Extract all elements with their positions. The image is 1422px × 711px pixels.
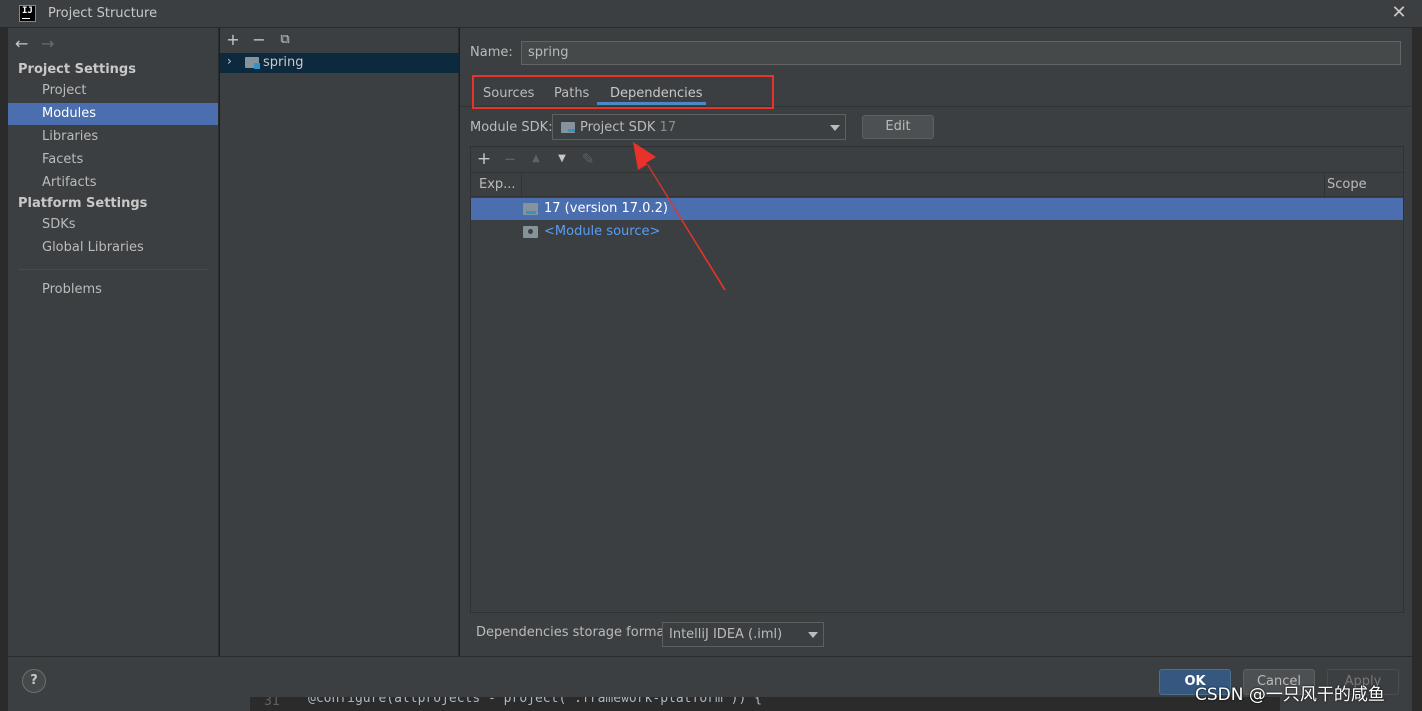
sidebar-divider — [18, 269, 208, 270]
title-bar: IJ Project Structure ✕ — [0, 0, 1422, 28]
column-separator — [521, 173, 522, 197]
column-export[interactable]: Exp... — [479, 177, 516, 192]
sidebar-item-facets[interactable]: Facets — [8, 149, 218, 171]
sdk-folder-icon — [561, 122, 575, 133]
dropdown-arrow-icon[interactable] — [808, 632, 818, 638]
background-editor-left — [0, 28, 8, 711]
remove-module-icon[interactable]: − — [250, 31, 268, 49]
help-button[interactable]: ? — [22, 669, 46, 693]
move-down-icon[interactable]: ▼ — [553, 150, 571, 168]
settings-sidebar: ← → Project Settings Project Modules Lib… — [8, 28, 219, 656]
copy-module-icon[interactable]: ⧉ — [276, 31, 294, 49]
intellij-app-icon: IJ — [19, 5, 36, 22]
edit-dependency-icon[interactable]: ✎ — [579, 150, 597, 168]
annotation-arrow — [633, 142, 726, 290]
remove-dependency-icon[interactable]: − — [501, 150, 519, 168]
back-arrow-icon[interactable]: ← — [15, 34, 28, 53]
module-name-input[interactable]: spring — [521, 41, 1401, 65]
chevron-right-icon[interactable]: › — [227, 54, 232, 68]
module-sdk-label: Module SDK: — [470, 120, 553, 135]
sidebar-item-modules[interactable]: Modules — [8, 103, 218, 125]
name-label: Name: — [470, 45, 513, 60]
add-module-icon[interactable]: + — [224, 31, 242, 49]
add-dependency-icon[interactable]: + — [475, 150, 493, 168]
forward-arrow-icon[interactable]: → — [41, 34, 54, 53]
window-title: Project Structure — [48, 6, 158, 21]
editor-line-number: 31 — [264, 697, 280, 709]
module-tree-item-spring[interactable]: › spring — [220, 53, 459, 73]
red-arrow-icon — [633, 142, 726, 290]
sdk-folder-icon — [523, 203, 538, 215]
storage-format-value: IntelliJ IDEA (.iml) — [669, 627, 783, 642]
editor-code-line: @configure(allprojects - project(':frame… — [308, 697, 762, 706]
module-name: spring — [263, 55, 304, 70]
module-editor-pane: Name: spring Sources Paths Dependencies … — [460, 28, 1412, 656]
close-icon[interactable]: ✕ — [1388, 2, 1410, 24]
source-folder-icon — [523, 226, 538, 238]
edit-sdk-button[interactable]: Edit — [862, 115, 934, 139]
project-structure-dialog: IJ Project Structure ✕ ← → Project Setti… — [0, 0, 1422, 711]
move-up-icon[interactable]: ▲ — [527, 150, 545, 168]
watermark: CSDN @一只风干的咸鱼 — [1195, 685, 1385, 705]
sidebar-item-global-libraries[interactable]: Global Libraries — [8, 237, 218, 259]
sidebar-item-libraries[interactable]: Libraries — [8, 126, 218, 148]
module-list-pane: + − ⧉ › spring — [220, 28, 459, 656]
sidebar-item-project[interactable]: Project — [8, 80, 218, 102]
column-separator — [1324, 173, 1325, 197]
sidebar-item-artifacts[interactable]: Artifacts — [8, 172, 218, 194]
storage-format-dropdown[interactable]: IntelliJ IDEA (.iml) — [662, 622, 824, 647]
storage-format-label: Dependencies storage format: — [476, 625, 674, 640]
sidebar-item-problems[interactable]: Problems — [8, 279, 218, 301]
platform-settings-header: Platform Settings — [18, 196, 148, 211]
sidebar-item-sdks[interactable]: SDKs — [8, 214, 218, 236]
module-folder-icon — [245, 57, 260, 69]
background-editor: 31 @configure(allprojects - project(':fr… — [250, 697, 1280, 711]
dropdown-arrow-icon[interactable] — [830, 125, 840, 131]
column-scope[interactable]: Scope — [1327, 177, 1367, 192]
project-settings-header: Project Settings — [18, 62, 136, 77]
annotation-highlight-box — [472, 75, 774, 109]
background-editor-right — [1412, 28, 1422, 711]
